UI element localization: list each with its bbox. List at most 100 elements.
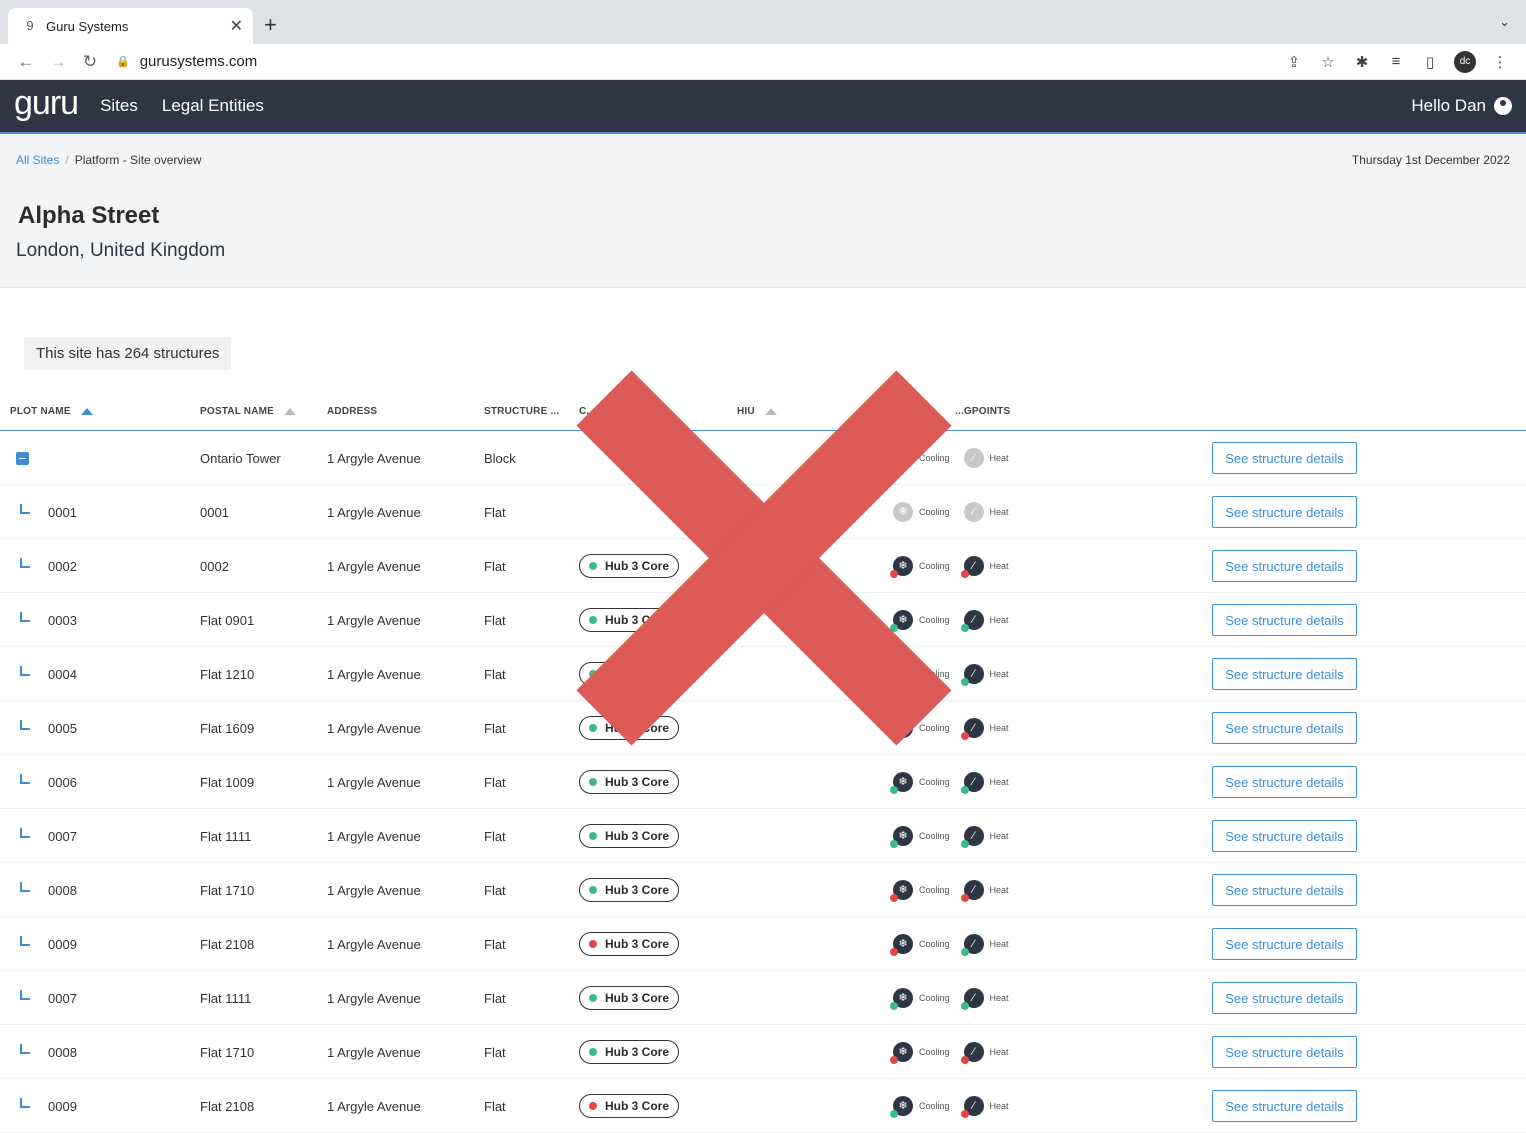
heat-meterpoint[interactable]: ⁄ Heat	[963, 448, 1009, 468]
guru-logo[interactable]: guru	[14, 84, 79, 123]
heat-meterpoint[interactable]: ⁄ Heat	[960, 988, 1009, 1010]
snowflake-icon: ❄	[890, 556, 913, 578]
col-plot-name[interactable]: PLOT NAME	[10, 406, 93, 417]
cooling-meterpoint[interactable]: ❄ Cooling	[890, 826, 950, 848]
plot-name: 0003	[48, 612, 77, 628]
postal-name: Flat 1009	[200, 774, 255, 790]
address: 1 Argyle Avenue	[327, 882, 421, 898]
address-bar[interactable]: 🔒 gurusystems.com	[116, 53, 1284, 70]
cooling-meterpoint[interactable]: ❄ Cooling	[890, 934, 950, 956]
see-structure-details-button[interactable]: See structure details	[1212, 766, 1357, 798]
back-arrow-icon[interactable]: ←	[10, 52, 42, 72]
kebab-menu-icon[interactable]: ⋮	[1490, 53, 1510, 71]
address: 1 Argyle Avenue	[327, 666, 421, 682]
heat-meterpoint[interactable]: ⁄ Heat	[960, 826, 1009, 848]
bookmark-star-icon[interactable]: ☆	[1318, 53, 1338, 71]
plot-name: 0001	[48, 504, 77, 520]
status-dot-icon	[589, 778, 597, 786]
see-structure-details-button[interactable]: See structure details	[1212, 496, 1357, 528]
nav-sites[interactable]: Sites	[100, 96, 138, 116]
see-structure-details-button[interactable]: See structure details	[1212, 982, 1357, 1014]
col-hiu[interactable]: HIU	[737, 406, 777, 417]
heat-meterpoint[interactable]: ⁄ Heat	[963, 502, 1009, 522]
app-header: guru Sites Legal Entities Hello Dan	[0, 80, 1526, 134]
postal-name: Flat 0901	[200, 612, 255, 628]
sort-asc-icon	[284, 408, 297, 415]
see-structure-details-button[interactable]: See structure details	[1212, 874, 1357, 906]
address: 1 Argyle Avenue	[327, 558, 421, 574]
heat-meterpoint[interactable]: ⁄ Heat	[960, 1042, 1009, 1064]
reload-icon[interactable]: ↻	[74, 52, 106, 72]
structure-type: Block	[484, 450, 516, 466]
side-panel-icon[interactable]: ▯	[1420, 53, 1440, 71]
snowflake-icon: ❄	[890, 880, 913, 902]
table-row: 0003 Flat 0901 1 Argyle Avenue Flat Hub …	[0, 593, 1526, 647]
heat-meterpoint[interactable]: ⁄ Heat	[960, 1096, 1009, 1118]
see-structure-details-button[interactable]: See structure details	[1212, 1036, 1357, 1068]
address: 1 Argyle Avenue	[327, 720, 421, 736]
browser-tab[interactable]: 9 Guru Systems ✕	[8, 8, 253, 44]
cooling-meterpoint[interactable]: ❄ Cooling	[890, 556, 950, 578]
profile-avatar[interactable]: dc	[1454, 50, 1476, 73]
postal-name: Flat 1111	[200, 990, 252, 1006]
heat-meterpoint[interactable]: ⁄ Heat	[960, 664, 1009, 686]
col-comms[interactable]: C...	[579, 406, 595, 417]
extensions-puzzle-icon[interactable]: ✱	[1352, 53, 1372, 71]
status-dot-icon	[589, 994, 597, 1002]
cooling-meterpoint[interactable]: ❄ Cooling	[890, 1096, 950, 1118]
flame-icon: ⁄	[960, 826, 984, 848]
cooling-meterpoint[interactable]: ❄ Cooling	[890, 664, 950, 686]
snowflake-icon: ❄	[890, 934, 913, 956]
nav-legal-entities[interactable]: Legal Entities	[162, 96, 264, 116]
col-address[interactable]: ADDRESS	[327, 406, 377, 417]
cooling-meterpoint[interactable]: ❄ Cooling	[893, 448, 950, 468]
tab-search-chevron-icon[interactable]: ⌄	[1499, 14, 1510, 30]
table-row: 0004 Flat 1210 1 Argyle Avenue Flat Hub …	[0, 647, 1526, 701]
cooling-meterpoint[interactable]: ❄ Cooling	[890, 1042, 950, 1064]
heat-meterpoint[interactable]: ⁄ Heat	[960, 718, 1009, 740]
sort-asc-icon	[764, 408, 777, 415]
hub-badge: Hub 3 Core	[579, 986, 680, 1010]
heat-meterpoint[interactable]: ⁄ Heat	[960, 610, 1009, 632]
cooling-meterpoint[interactable]: ❄ Cooling	[890, 880, 950, 902]
close-tab-icon[interactable]: ✕	[230, 16, 243, 36]
see-structure-details-button[interactable]: See structure details	[1212, 442, 1357, 474]
structure-type: Flat	[484, 612, 506, 628]
structure-type: Flat	[484, 1098, 506, 1114]
flame-icon: ⁄	[963, 502, 984, 522]
heat-meterpoint[interactable]: ⁄ Heat	[960, 934, 1009, 956]
user-menu[interactable]: Hello Dan	[1411, 96, 1512, 116]
col-structure-type[interactable]: STRUCTURE ...	[484, 406, 559, 417]
see-structure-details-button[interactable]: See structure details	[1212, 820, 1357, 852]
forward-arrow-icon[interactable]: →	[42, 52, 74, 72]
see-structure-details-button[interactable]: See structure details	[1212, 928, 1357, 960]
snowflake-icon: ❄	[893, 502, 913, 522]
new-tab-icon[interactable]: +	[264, 12, 277, 38]
see-structure-details-button[interactable]: See structure details	[1212, 1090, 1357, 1122]
collapse-icon[interactable]	[16, 451, 29, 465]
col-metering-points[interactable]: ...GPOINTS	[955, 406, 1010, 417]
structure-count-badge: This site has 264 structures	[24, 337, 232, 370]
col-postal-name[interactable]: POSTAL NAME	[200, 406, 297, 417]
cooling-meterpoint[interactable]: ❄ Cooling	[890, 988, 950, 1010]
share-icon[interactable]: ⇪	[1284, 53, 1304, 71]
heat-meterpoint[interactable]: ⁄ Heat	[960, 772, 1009, 794]
table-row: 0002 0002 1 Argyle Avenue Flat Hub 3 Cor…	[0, 539, 1526, 593]
breadcrumb-all-sites[interactable]: All Sites	[16, 153, 59, 167]
cooling-meterpoint[interactable]: ❄ Cooling	[890, 718, 950, 740]
hub-badge: Hub 3 Core	[579, 770, 680, 794]
media-queue-icon[interactable]: ≡	[1386, 53, 1406, 70]
cooling-meterpoint[interactable]: ❄ Cooling	[890, 610, 950, 632]
heat-meterpoint[interactable]: ⁄ Heat	[960, 880, 1009, 902]
cooling-meterpoint[interactable]: ❄ Cooling	[890, 772, 950, 794]
heat-meterpoint[interactable]: ⁄ Heat	[960, 556, 1009, 578]
see-structure-details-button[interactable]: See structure details	[1212, 550, 1357, 582]
structure-type: Flat	[484, 1044, 506, 1060]
child-branch-icon	[20, 882, 30, 892]
cooling-meterpoint[interactable]: ❄ Cooling	[893, 502, 950, 522]
child-branch-icon	[20, 774, 30, 784]
see-structure-details-button[interactable]: See structure details	[1212, 658, 1357, 690]
table-row: 0007 Flat 1111 1 Argyle Avenue Flat Hub …	[0, 809, 1526, 863]
see-structure-details-button[interactable]: See structure details	[1212, 604, 1357, 636]
see-structure-details-button[interactable]: See structure details	[1212, 712, 1357, 744]
